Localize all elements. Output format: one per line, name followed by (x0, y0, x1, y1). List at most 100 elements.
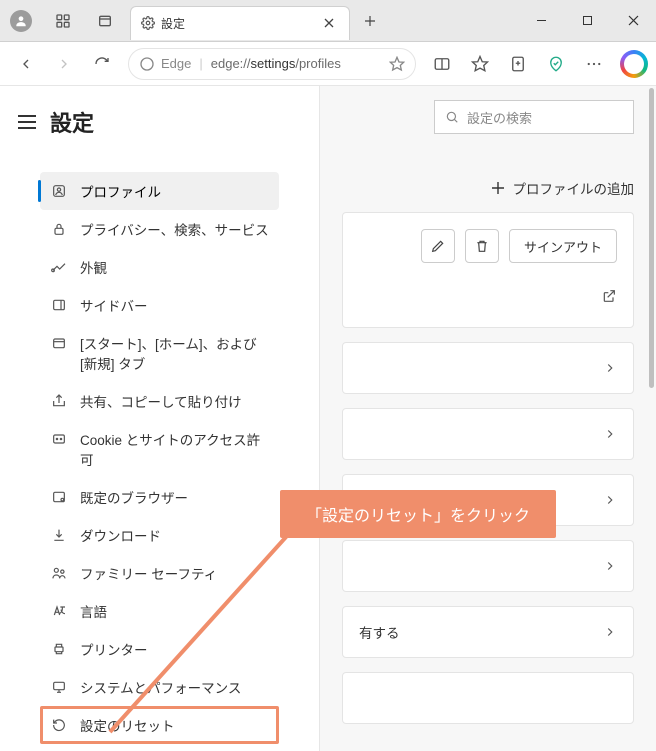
sidebar-item-label: 言語 (80, 601, 107, 621)
sidebar-item-languages[interactable]: 言語 (40, 592, 279, 630)
sidebar-item-label: 共有、コピーして貼り付け (80, 391, 242, 411)
window-maximize-button[interactable] (564, 0, 610, 42)
browser-icon (50, 488, 68, 506)
split-screen-button[interactable] (424, 46, 460, 82)
sidebar-item-label: 設定のリセット (80, 715, 175, 735)
browser-toolbar: Edge | edge://settings/profiles (0, 42, 656, 86)
reset-icon (50, 716, 68, 734)
settings-search-input[interactable]: 設定の検索 (434, 100, 634, 134)
settings-row[interactable] (342, 408, 634, 460)
sidebar-item-label: 外観 (80, 257, 107, 277)
sidebar-item-privacy[interactable]: プライバシー、検索、サービス (40, 210, 279, 248)
address-bar[interactable]: Edge | edge://settings/profiles (128, 48, 416, 80)
sidebar-item-label: システムとパフォーマンス (80, 677, 241, 697)
plus-icon (491, 181, 505, 195)
edit-profile-button[interactable] (421, 229, 455, 263)
tab-settings[interactable]: 設定 (130, 6, 350, 40)
delete-profile-button[interactable] (465, 229, 499, 263)
profile-avatar-icon (10, 10, 32, 32)
family-icon (50, 564, 68, 582)
chevron-right-icon (603, 625, 617, 639)
tab-icon (50, 334, 68, 352)
sidebar-item-label: 既定のブラウザー (80, 487, 188, 507)
window-minimize-button[interactable] (518, 0, 564, 42)
gear-icon (141, 16, 155, 30)
download-icon (50, 526, 68, 544)
scrollbar-thumb[interactable] (649, 88, 654, 388)
new-tab-button[interactable] (354, 5, 386, 37)
trash-icon (474, 238, 490, 254)
forward-button[interactable] (46, 46, 82, 82)
signout-button[interactable]: サインアウト (509, 229, 617, 263)
row-label: 有する (359, 622, 400, 642)
favorite-button[interactable] (389, 56, 405, 72)
language-icon (50, 602, 68, 620)
chevron-right-icon (603, 361, 617, 375)
profile-card: サインアウト (342, 212, 634, 328)
sidebar-icon (50, 296, 68, 314)
profile-button[interactable] (0, 0, 42, 42)
sidebar-item-start-home[interactable]: [スタート]、[ホーム]、および [新規] タブ (40, 324, 279, 382)
tab-actions-button[interactable] (84, 0, 126, 42)
back-button[interactable] (8, 46, 44, 82)
sidebar-item-label: プロファイル (80, 181, 161, 201)
scrollbar[interactable] (648, 86, 656, 751)
sidebar-item-label: [スタート]、[ホーム]、および [新規] タブ (80, 333, 269, 373)
sidebar-item-label: サイドバー (80, 295, 148, 315)
page-title: 設定 (50, 106, 94, 138)
more-button[interactable] (576, 46, 612, 82)
favorites-button[interactable] (462, 46, 498, 82)
collections-button[interactable] (500, 46, 536, 82)
chevron-right-icon (603, 427, 617, 441)
profile-icon (50, 182, 68, 200)
browser-essentials-button[interactable] (538, 46, 574, 82)
settings-main: 設定の検索 プロファイルの追加 サインアウト (320, 86, 656, 751)
sidebar-item-phone[interactable]: スマートフォンとその他のデバイス (40, 744, 279, 751)
sidebar-item-share-copy[interactable]: 共有、コピーして貼り付け (40, 382, 279, 420)
sidebar-item-reset[interactable]: 設定のリセット (40, 706, 279, 744)
window-close-button[interactable] (610, 0, 656, 42)
window-titlebar: 設定 (0, 0, 656, 42)
sidebar-item-appearance[interactable]: 外観 (40, 248, 279, 286)
sidebar-item-profiles[interactable]: プロファイル (40, 172, 279, 210)
sidebar-item-cookies[interactable]: Cookie とサイトのアクセス許可 (40, 420, 279, 478)
settings-row[interactable]: 有する (342, 606, 634, 658)
annotation-callout: 「設定のリセット」をクリック (280, 490, 556, 538)
chevron-right-icon (603, 493, 617, 507)
sidebar-item-printers[interactable]: プリンター (40, 630, 279, 668)
copilot-button[interactable] (620, 50, 648, 78)
add-profile-button[interactable]: プロファイルの追加 (491, 178, 635, 198)
settings-sidebar: 設定 プロファイル プライバシー、検索、サービス 外観 サイドバー [スタート]… (0, 86, 320, 751)
chevron-right-icon (603, 559, 617, 573)
cookie-icon (50, 430, 68, 448)
sidebar-item-family[interactable]: ファミリー セーフティ (40, 554, 279, 592)
sidebar-item-system[interactable]: システムとパフォーマンス (40, 668, 279, 706)
refresh-button[interactable] (84, 46, 120, 82)
sidebar-item-label: プライバシー、検索、サービス (80, 219, 269, 239)
sidebar-item-label: Cookie とサイトのアクセス許可 (80, 429, 269, 469)
search-placeholder: 設定の検索 (467, 108, 532, 127)
site-identity: Edge (139, 56, 191, 72)
printer-icon (50, 640, 68, 658)
sidebar-item-downloads[interactable]: ダウンロード (40, 516, 279, 554)
external-link-icon[interactable] (601, 288, 617, 304)
sidebar-item-default-browser[interactable]: 既定のブラウザー (40, 478, 279, 516)
settings-row[interactable] (342, 540, 634, 592)
settings-row[interactable] (342, 672, 634, 724)
sidebar-item-label: プリンター (80, 639, 148, 659)
workspaces-button[interactable] (42, 0, 84, 42)
share-icon (50, 392, 68, 410)
tab-title: 設定 (161, 15, 313, 32)
sidebar-item-label: ファミリー セーフティ (80, 563, 217, 583)
settings-row[interactable] (342, 342, 634, 394)
search-icon (445, 110, 459, 124)
edge-icon (139, 56, 155, 72)
sidebar-item-sidebar[interactable]: サイドバー (40, 286, 279, 324)
tab-close-button[interactable] (319, 13, 339, 33)
url-text: edge://settings/profiles (211, 56, 341, 71)
sidebar-item-label: ダウンロード (80, 525, 161, 545)
system-icon (50, 678, 68, 696)
lock-icon (50, 220, 68, 238)
appearance-icon (50, 258, 68, 276)
menu-button[interactable] (18, 115, 36, 129)
